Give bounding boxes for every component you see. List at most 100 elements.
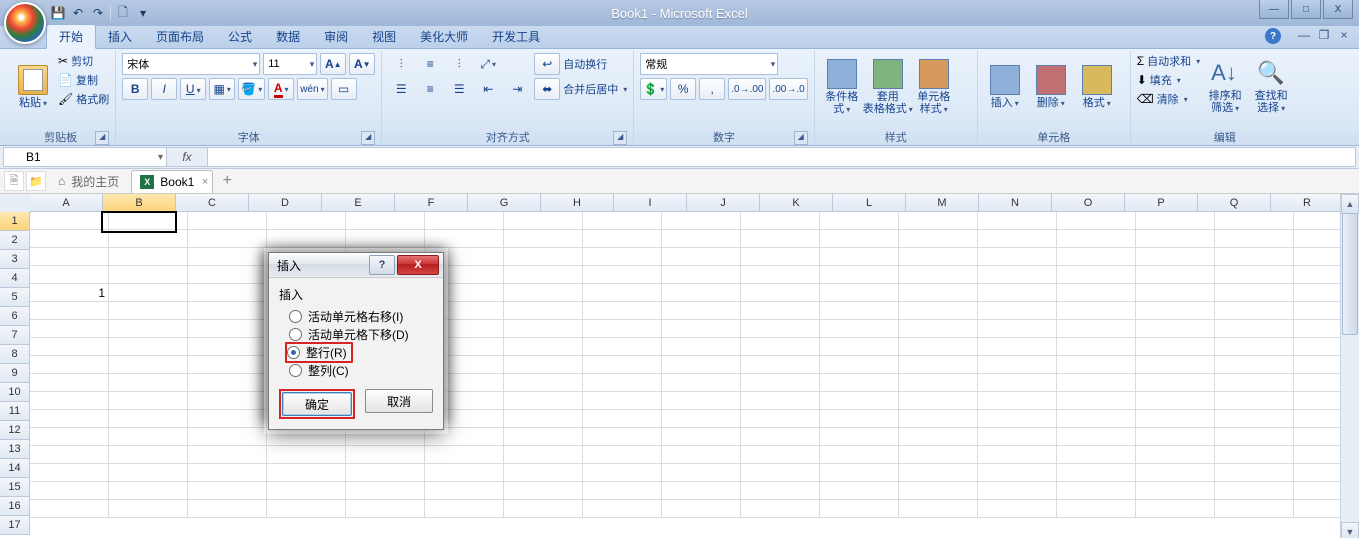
italic-button[interactable]: I xyxy=(151,78,177,100)
format-painter-button[interactable]: 🖌格式刷 xyxy=(58,91,109,107)
clear-button[interactable]: ⌫清除 xyxy=(1137,91,1200,107)
tab-data[interactable]: 数据 xyxy=(264,25,312,48)
radio-shift-down[interactable]: 活动单元格下移(D) xyxy=(289,325,433,343)
office-button[interactable] xyxy=(4,2,46,44)
cell-N15[interactable] xyxy=(1057,464,1136,482)
cell-M4[interactable] xyxy=(978,266,1057,284)
cell-O6[interactable] xyxy=(1136,302,1215,320)
tab-formulas[interactable]: 公式 xyxy=(216,25,264,48)
tab-beautify[interactable]: 美化大师 xyxy=(408,25,480,48)
scroll-down-button[interactable]: ▼ xyxy=(1341,522,1359,538)
cell-G3[interactable] xyxy=(504,248,583,266)
cell-M16[interactable] xyxy=(978,482,1057,500)
cell-B13[interactable] xyxy=(109,428,188,446)
cell-I7[interactable] xyxy=(662,320,741,338)
cell-A15[interactable] xyxy=(30,464,109,482)
cell-D14[interactable] xyxy=(267,446,346,464)
cell-H3[interactable] xyxy=(583,248,662,266)
column-header-K[interactable]: K xyxy=(760,194,833,212)
qat-customize-dd[interactable]: ▾ xyxy=(135,5,151,21)
cell-J10[interactable] xyxy=(741,374,820,392)
cell-P6[interactable] xyxy=(1215,302,1294,320)
cell-B11[interactable] xyxy=(109,392,188,410)
tab-page-layout[interactable]: 页面布局 xyxy=(144,25,216,48)
cell-C15[interactable] xyxy=(188,464,267,482)
cell-O16[interactable] xyxy=(1136,482,1215,500)
align-bottom-button[interactable]: ⫶ xyxy=(446,53,472,75)
qat-redo-icon[interactable]: ↷ xyxy=(90,5,106,21)
grow-font-button[interactable]: A▲ xyxy=(320,53,346,75)
cell-C7[interactable] xyxy=(188,320,267,338)
workbook-minimize-button[interactable]: — xyxy=(1297,28,1311,42)
border-button[interactable]: ▦ xyxy=(209,78,235,100)
cell-O12[interactable] xyxy=(1136,410,1215,428)
align-center-button[interactable]: ≡ xyxy=(417,78,443,100)
dialog-cancel-button[interactable]: 取消 xyxy=(365,389,433,413)
cell-H16[interactable] xyxy=(583,482,662,500)
accounting-format-button[interactable]: 💲 xyxy=(640,78,667,100)
cell-G12[interactable] xyxy=(504,410,583,428)
cell-O11[interactable] xyxy=(1136,392,1215,410)
cell-J1[interactable] xyxy=(741,212,820,230)
cell-L13[interactable] xyxy=(899,428,978,446)
cell-N11[interactable] xyxy=(1057,392,1136,410)
cell-B16[interactable] xyxy=(109,482,188,500)
column-header-C[interactable]: C xyxy=(176,194,249,212)
cell-E16[interactable] xyxy=(346,482,425,500)
qat-save-icon[interactable]: 💾 xyxy=(50,5,66,21)
cell-L10[interactable] xyxy=(899,374,978,392)
cell-B10[interactable] xyxy=(109,374,188,392)
row-header-2[interactable]: 2 xyxy=(0,231,30,250)
cell-K1[interactable] xyxy=(820,212,899,230)
cell-D17[interactable] xyxy=(267,500,346,518)
cell-L15[interactable] xyxy=(899,464,978,482)
cell-I14[interactable] xyxy=(662,446,741,464)
bold-button[interactable]: B xyxy=(122,78,148,100)
cell-M14[interactable] xyxy=(978,446,1057,464)
scroll-up-button[interactable]: ▲ xyxy=(1341,194,1359,214)
cell-I2[interactable] xyxy=(662,230,741,248)
column-header-A[interactable]: A xyxy=(30,194,103,212)
cell-I13[interactable] xyxy=(662,428,741,446)
cell-G9[interactable] xyxy=(504,356,583,374)
cell-A6[interactable] xyxy=(30,302,109,320)
cell-E1[interactable] xyxy=(346,212,425,230)
cell-O2[interactable] xyxy=(1136,230,1215,248)
window-minimize-button[interactable]: — xyxy=(1259,0,1289,19)
tab-view[interactable]: 视图 xyxy=(360,25,408,48)
doc-tab-home[interactable]: ⌂我的主页 xyxy=(48,170,129,192)
cell-J16[interactable] xyxy=(741,482,820,500)
cell-B5[interactable] xyxy=(109,284,188,302)
number-format-combo[interactable]: 常规 xyxy=(640,53,778,75)
cell-M5[interactable] xyxy=(978,284,1057,302)
cell-J15[interactable] xyxy=(741,464,820,482)
cell-P11[interactable] xyxy=(1215,392,1294,410)
cell-C5[interactable] xyxy=(188,284,267,302)
row-header-16[interactable]: 16 xyxy=(0,497,30,516)
cell-C14[interactable] xyxy=(188,446,267,464)
cell-A5[interactable]: 1 xyxy=(30,284,109,302)
cell-L4[interactable] xyxy=(899,266,978,284)
qat-doc-icon[interactable]: 🗋 xyxy=(115,5,131,21)
tab-developer[interactable]: 开发工具 xyxy=(480,25,552,48)
cell-J7[interactable] xyxy=(741,320,820,338)
cell-I10[interactable] xyxy=(662,374,741,392)
cell-N10[interactable] xyxy=(1057,374,1136,392)
cell-M7[interactable] xyxy=(978,320,1057,338)
cell-P5[interactable] xyxy=(1215,284,1294,302)
cell-C17[interactable] xyxy=(188,500,267,518)
cell-I1[interactable] xyxy=(662,212,741,230)
cell-D16[interactable] xyxy=(267,482,346,500)
cell-G11[interactable] xyxy=(504,392,583,410)
cell-C9[interactable] xyxy=(188,356,267,374)
cell-A9[interactable] xyxy=(30,356,109,374)
cell-M9[interactable] xyxy=(978,356,1057,374)
cell-P1[interactable] xyxy=(1215,212,1294,230)
cell-I5[interactable] xyxy=(662,284,741,302)
cell-K14[interactable] xyxy=(820,446,899,464)
cell-E13[interactable] xyxy=(346,428,425,446)
cell-P15[interactable] xyxy=(1215,464,1294,482)
cell-B15[interactable] xyxy=(109,464,188,482)
column-header-L[interactable]: L xyxy=(833,194,906,212)
cell-F17[interactable] xyxy=(425,500,504,518)
